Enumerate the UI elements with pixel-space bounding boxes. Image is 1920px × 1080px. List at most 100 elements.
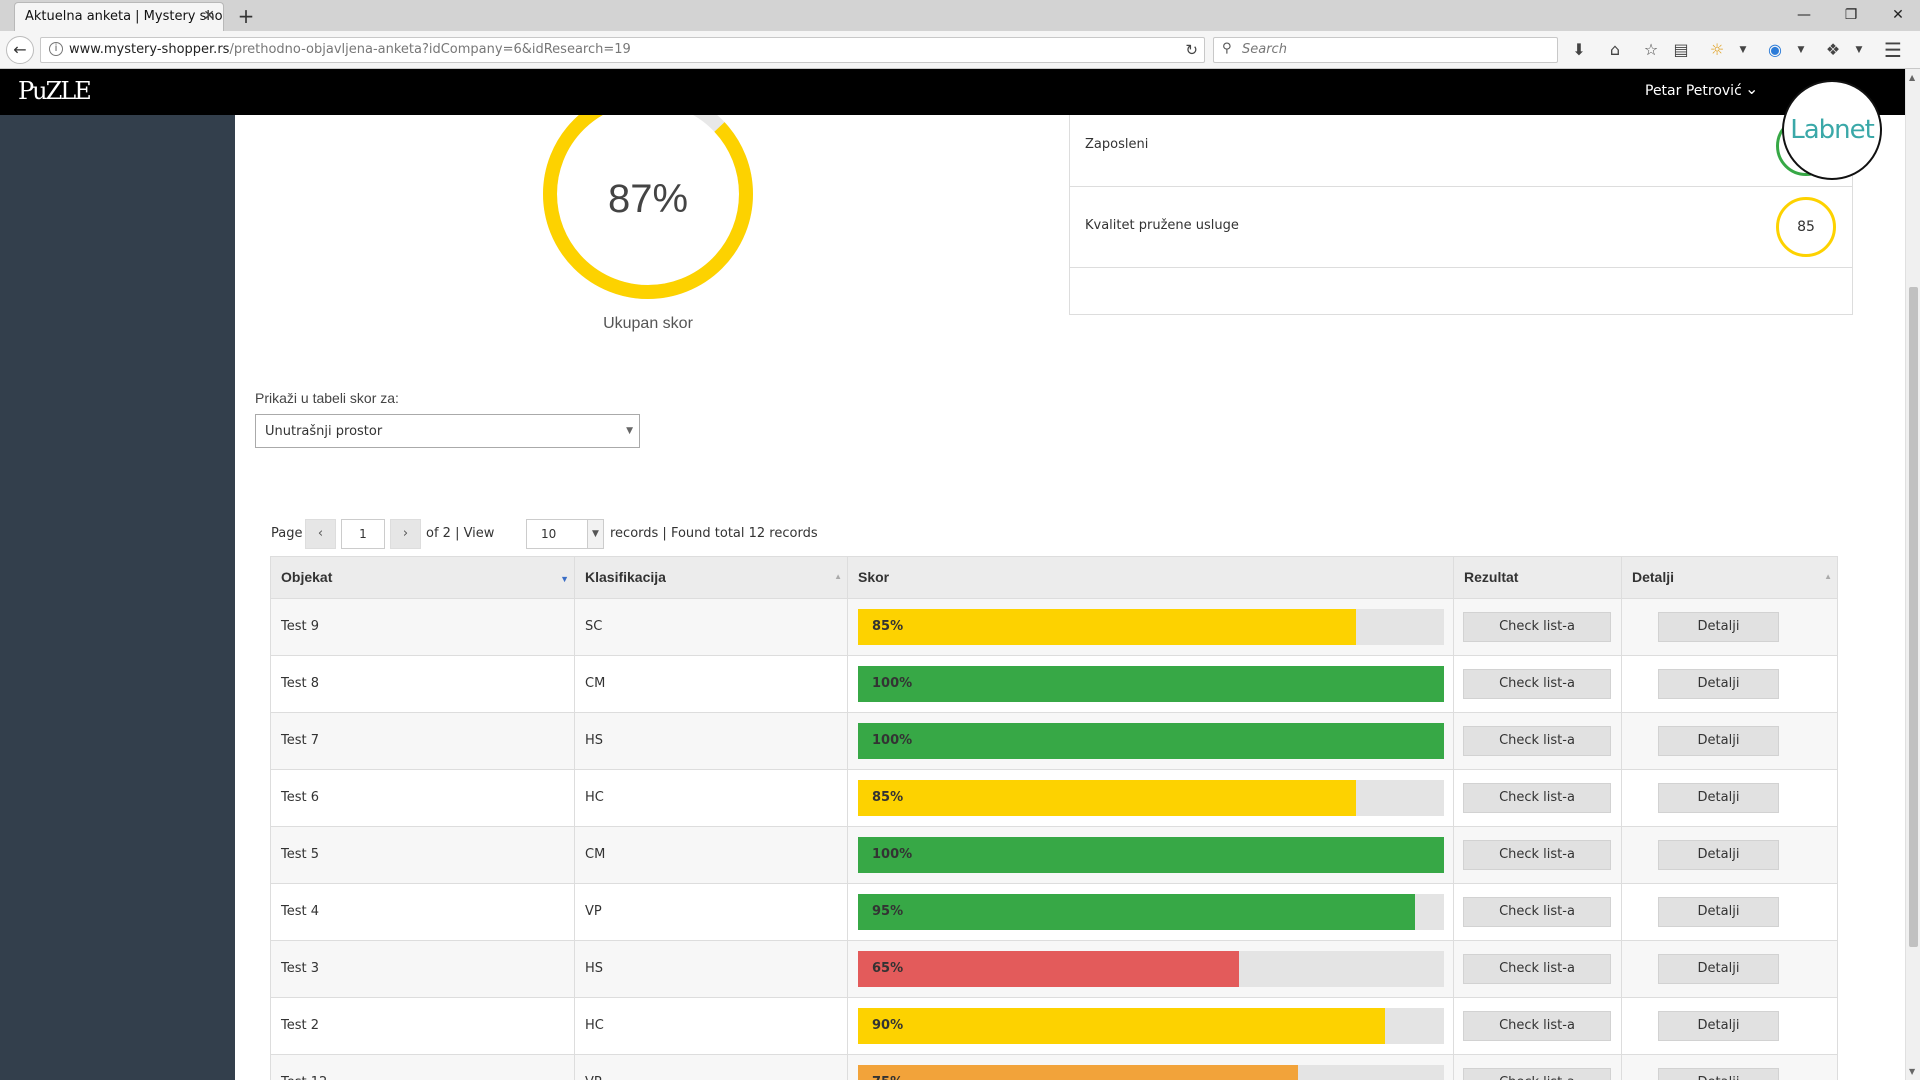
table-row: Test 8 CM 100% Check list-a Detalji [271,656,1837,713]
globe-extension-icon[interactable]: ◉ [1762,37,1788,63]
cell-score: 65% [848,941,1454,997]
details-button[interactable]: Detalji [1658,669,1779,699]
cell-object: Test 2 [271,998,575,1054]
score-bar-track: 65% [858,951,1444,987]
new-tab-icon[interactable]: + [234,4,258,28]
cell-score: 85% [848,599,1454,655]
url-bar[interactable]: i www.mystery-shopper.rs/prethodno-objav… [40,37,1205,63]
cell-details: Detalji [1622,1055,1837,1080]
scrollbar-thumb[interactable] [1909,287,1918,947]
pager-prev-button[interactable]: ‹ [305,519,336,549]
table-row: Test 3 HS 65% Check list-a Detalji [271,941,1837,998]
browser-tab[interactable]: Aktuelna anketa | Mystery sho... ✕ [14,2,224,31]
column-header-klasifikacija[interactable]: Klasifikacija ▲▼ [575,557,848,621]
cell-classification: HC [575,770,848,826]
details-button[interactable]: Detalji [1658,783,1779,813]
score-bar-track: 100% [858,723,1444,759]
chevron-down-icon[interactable]: ⌄ [1745,79,1758,98]
browser-nav-bar: ← i www.mystery-shopper.rs/prethodno-obj… [0,31,1920,69]
bookmark-star-icon[interactable]: ☆ [1638,37,1664,63]
table-row: Test 5 CM 100% Check list-a Detalji [271,827,1837,884]
table-header: Objekat ▼ Klasifikacija ▲▼ Skor Rezultat… [271,557,1837,621]
reload-icon[interactable]: ↻ [1185,41,1198,59]
score-bar-label: 95% [872,904,904,919]
category-row: Kvalitet pružene usluge 85 [1070,187,1852,268]
cell-details: Detalji [1622,827,1837,883]
pager-next-button[interactable]: › [390,519,421,549]
back-arrow-icon[interactable]: ← [6,36,34,64]
info-icon[interactable]: i [49,42,63,56]
details-button[interactable]: Detalji [1658,897,1779,927]
plugin-menu-chevron-icon[interactable]: ▼ [1846,37,1872,63]
overall-score-value: 87% [607,177,689,221]
check-list-button[interactable]: Check list-a [1463,726,1611,756]
details-button[interactable]: Detalji [1658,726,1779,756]
score-bar-label: 65% [872,961,904,976]
check-list-button[interactable]: Check list-a [1463,1011,1611,1041]
cell-details: Detalji [1622,998,1837,1054]
home-icon[interactable]: ⌂ [1602,37,1628,63]
score-bar-track: 95% [858,894,1444,930]
sort-desc-icon[interactable]: ▼ [560,559,569,599]
column-header-detalji[interactable]: Detalji ▲▼ [1622,557,1837,621]
app-logo[interactable]: PuZLE [18,77,92,105]
tab-close-icon[interactable]: ✕ [203,8,215,24]
cell-object: Test 9 [271,599,575,655]
scroll-down-icon[interactable]: ▼ [1909,1067,1915,1076]
check-list-button[interactable]: Check list-a [1463,840,1611,870]
cell-score: 100% [848,713,1454,769]
rainbow-extension-icon[interactable]: ☼ [1704,37,1730,63]
results-table: Objekat ▼ Klasifikacija ▲▼ Skor Rezultat… [270,556,1838,1080]
cell-classification: CM [575,656,848,712]
check-list-button[interactable]: Check list-a [1463,783,1611,813]
sidebar [0,115,235,1080]
score-bar-label: 75% [872,1065,903,1080]
score-bar-label: 100% [872,847,913,862]
cell-classification: HS [575,713,848,769]
score-bar-fill [858,951,1239,987]
minimize-icon[interactable]: — [1784,2,1824,28]
check-list-button[interactable]: Check list-a [1463,954,1611,984]
cell-result: Check list-a [1454,827,1622,883]
extension-menu-chevron-icon[interactable]: ▼ [1730,37,1756,63]
check-list-button[interactable]: Check list-a [1463,612,1611,642]
cell-score: 100% [848,827,1454,883]
pager-page-input[interactable]: 1 [341,519,385,549]
plugin-extension-icon[interactable]: ❖ [1820,37,1846,63]
details-button[interactable]: Detalji [1658,612,1779,642]
score-bar-fill [858,609,1357,645]
check-list-button[interactable]: Check list-a [1463,1068,1611,1080]
app-header: PuZLE Petar Petrović ⌄ [0,69,1905,115]
globe-menu-chevron-icon[interactable]: ▼ [1788,37,1814,63]
details-button[interactable]: Detalji [1658,1011,1779,1041]
tab-title: Aktuelna anketa | Mystery sho... [25,9,224,24]
column-header-objekat[interactable]: Objekat ▼ [271,557,575,599]
table-row: Test 4 VP 95% Check list-a Detalji [271,884,1837,941]
details-button[interactable]: Detalji [1658,1068,1779,1080]
score-bar-track: 90% [858,1008,1444,1044]
download-icon[interactable]: ⬇ [1566,37,1592,63]
browser-search-input[interactable]: ⚲ Search [1213,37,1558,63]
check-list-button[interactable]: Check list-a [1463,897,1611,927]
score-bar-fill [858,666,1444,702]
column-label: Rezultat [1464,569,1519,585]
score-bar-label: 100% [872,676,913,691]
table-row: Test 7 HS 100% Check list-a Detalji [271,713,1837,770]
score-category-select[interactable]: Unutrašnji prostor ▼ [255,414,640,448]
pager-page-size-select[interactable]: 10 ▼ [526,519,604,549]
search-icon: ⚲ [1222,41,1232,56]
user-name[interactable]: Petar Petrović [1645,83,1742,99]
scroll-up-icon[interactable]: ▲ [1909,73,1915,82]
details-button[interactable]: Detalji [1658,840,1779,870]
filter-label: Prikaži u tabeli skor za: [255,390,399,406]
close-window-icon[interactable]: ✕ [1878,2,1918,28]
cell-details: Detalji [1622,941,1837,997]
hamburger-menu-icon[interactable]: ☰ [1880,37,1906,63]
restore-icon[interactable]: ❐ [1831,2,1871,28]
page-scrollbar[interactable]: ▲ ▼ [1905,69,1920,1080]
check-list-button[interactable]: Check list-a [1463,669,1611,699]
reading-list-icon[interactable]: ▤ [1668,37,1694,63]
cell-score: 75% [848,1055,1454,1080]
details-button[interactable]: Detalji [1658,954,1779,984]
pager-page-label: Page [271,526,303,541]
